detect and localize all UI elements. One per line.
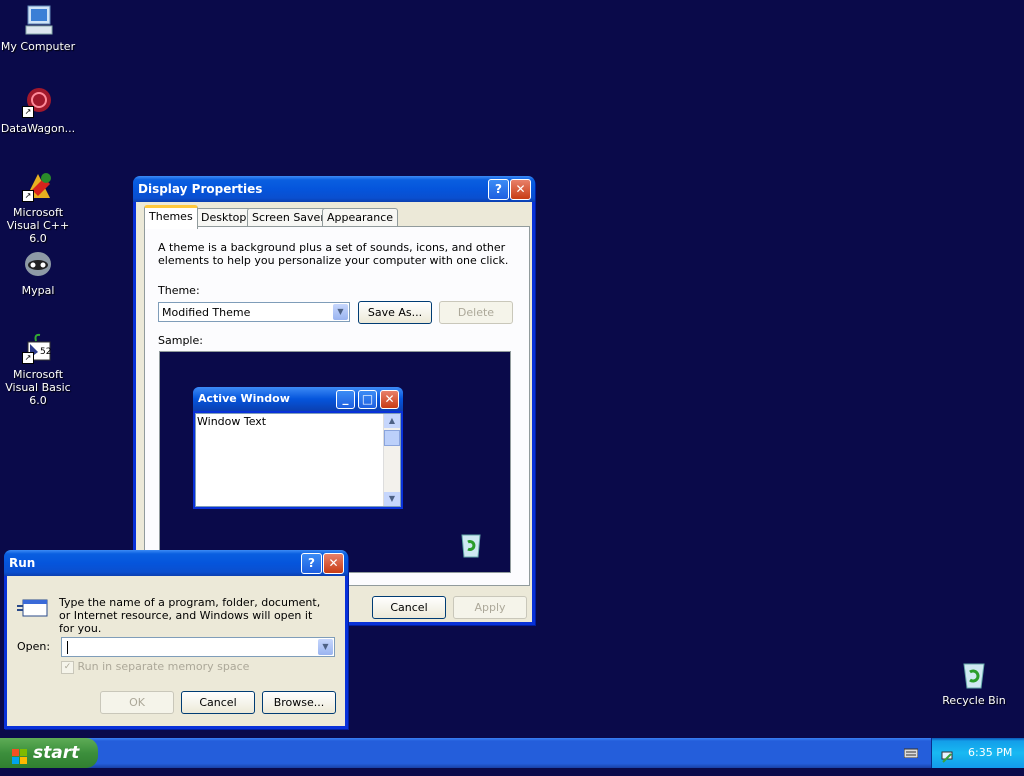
- desktop-icon-visual-basic[interactable]: 52 ↗ Microsoft Visual Basic 6.0: [0, 332, 78, 407]
- shortcut-arrow-icon: ↗: [22, 352, 34, 364]
- display-properties-titlebar[interactable]: Display Properties ? ✕: [133, 176, 535, 202]
- sample-preview: Active Window _ □ ✕ Window Text ▲ ▼: [159, 351, 511, 573]
- window-title: Display Properties: [138, 182, 263, 196]
- desktop-icon-label: Mypal: [21, 284, 55, 297]
- desktop-icon-label: DataWagon...: [0, 122, 76, 135]
- desktop-icon-datawagon[interactable]: ↗ DataWagon...: [0, 86, 78, 135]
- scroll-thumb: [384, 430, 400, 446]
- visual-cpp-icon: ↗: [22, 170, 54, 202]
- keyboard-icon[interactable]: [903, 747, 919, 759]
- theme-label: Theme:: [158, 284, 200, 297]
- theme-select-value: Modified Theme: [162, 306, 251, 319]
- memory-space-checkbox[interactable]: ✓ Run in separate memory space: [61, 660, 249, 674]
- sample-label: Sample:: [158, 334, 203, 347]
- desktop-icon-label: Microsoft Visual Basic 6.0: [5, 368, 71, 407]
- datawagon-icon: ↗: [22, 86, 54, 118]
- text-cursor: [67, 641, 68, 654]
- desktop-icon-label: Recycle Bin: [942, 694, 1006, 707]
- run-dialog: Run ? ✕ Type the name of a program, fold…: [4, 550, 348, 729]
- help-button[interactable]: ?: [301, 553, 322, 574]
- maximize-icon: □: [358, 390, 377, 409]
- svg-text:52: 52: [40, 347, 51, 357]
- theme-select[interactable]: Modified Theme ▼: [158, 302, 350, 322]
- close-button[interactable]: ✕: [323, 553, 344, 574]
- run-dialog-client: Type the name of a program, folder, docu…: [7, 576, 345, 726]
- desktop-icon-visual-cpp[interactable]: ↗ Microsoft Visual C++ 6.0: [0, 170, 78, 245]
- sample-recycle-bin-icon: [457, 531, 485, 559]
- ok-button[interactable]: OK: [100, 691, 174, 714]
- scroll-up-icon: ▲: [384, 414, 400, 428]
- sample-window-title: Active Window: [198, 392, 290, 405]
- sample-scrollbar: ▲ ▼: [383, 414, 400, 506]
- close-button[interactable]: ✕: [510, 179, 531, 200]
- help-button[interactable]: ?: [488, 179, 509, 200]
- checkbox-icon: ✓: [61, 660, 74, 674]
- checkbox-label: Run in separate memory space: [77, 660, 250, 673]
- run-dialog-titlebar[interactable]: Run ? ✕: [4, 550, 348, 576]
- system-tray: 6:35 PM: [931, 738, 1024, 768]
- my-computer-icon: [22, 4, 54, 36]
- sample-window-body: Window Text ▲ ▼: [195, 413, 401, 507]
- themes-description: A theme is a background plus a set of so…: [158, 241, 509, 267]
- windows-logo-icon: [12, 745, 28, 764]
- desktop-icon-mypal[interactable]: Mypal: [0, 248, 78, 297]
- open-label: Open:: [17, 640, 51, 653]
- clock[interactable]: 6:35 PM: [968, 738, 1012, 768]
- desktop-icon-recycle-bin[interactable]: Recycle Bin: [934, 658, 1014, 707]
- sample-window-text: Window Text: [197, 415, 267, 428]
- desktop-icon-label: My Computer: [0, 40, 76, 53]
- run-program-icon: [17, 596, 49, 620]
- desktop-icon-my-computer[interactable]: My Computer: [0, 4, 78, 53]
- cancel-button[interactable]: Cancel: [372, 596, 446, 619]
- minimize-icon: _: [336, 390, 355, 409]
- chevron-down-icon[interactable]: ▼: [333, 304, 348, 320]
- open-input[interactable]: ▼: [61, 637, 335, 657]
- shortcut-arrow-icon: ↗: [22, 106, 34, 118]
- taskbar: start 6:35 PM: [0, 738, 1024, 768]
- themes-tab-panel: A theme is a background plus a set of so…: [144, 226, 530, 586]
- shortcut-arrow-icon: ↗: [22, 190, 34, 202]
- save-as-button[interactable]: Save As...: [358, 301, 432, 324]
- tab-themes[interactable]: Themes: [144, 205, 198, 229]
- start-button[interactable]: start: [0, 738, 98, 768]
- tab-desktop[interactable]: Desktop: [196, 208, 252, 226]
- run-dialog-title: Run: [9, 556, 36, 570]
- network-icon[interactable]: [940, 746, 954, 763]
- tab-screen-saver[interactable]: Screen Saver: [247, 208, 330, 226]
- apply-button[interactable]: Apply: [453, 596, 527, 619]
- sample-active-window: Active Window _ □ ✕ Window Text ▲ ▼: [193, 387, 403, 509]
- desktop-icon-label: Microsoft Visual C++ 6.0: [6, 206, 70, 245]
- cancel-button[interactable]: Cancel: [181, 691, 255, 714]
- browse-button[interactable]: Browse...: [262, 691, 336, 714]
- scroll-down-icon: ▼: [384, 492, 400, 506]
- tab-appearance[interactable]: Appearance: [322, 208, 399, 226]
- close-icon: ✕: [380, 390, 399, 409]
- visual-basic-icon: 52 ↗: [22, 332, 54, 364]
- recycle-bin-icon: [958, 658, 990, 690]
- start-label: start: [33, 743, 80, 763]
- chevron-down-icon[interactable]: ▼: [318, 639, 333, 655]
- run-description: Type the name of a program, folder, docu…: [59, 596, 321, 635]
- mypal-icon: [22, 248, 54, 280]
- delete-button[interactable]: Delete: [439, 301, 513, 324]
